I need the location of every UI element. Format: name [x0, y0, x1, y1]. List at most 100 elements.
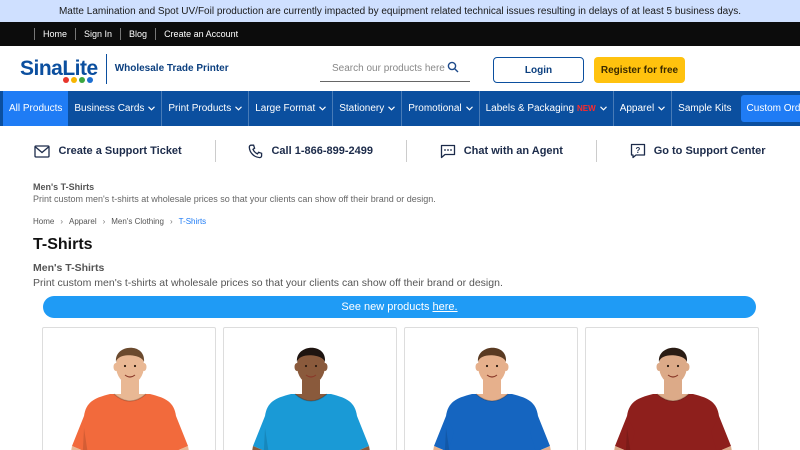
- tshirt-body: [82, 394, 178, 450]
- nav-label: Promotional: [408, 103, 462, 114]
- nav-label: Labels & Packaging: [485, 103, 575, 114]
- support-bar: Create a Support Ticket Call 1-866-899-2…: [0, 126, 800, 176]
- chevron-down-icon: [148, 106, 156, 111]
- nav-item-promotional[interactable]: Promotional: [402, 91, 480, 126]
- search-input[interactable]: [320, 63, 445, 74]
- support-ticket-link[interactable]: Create a Support Ticket: [34, 144, 182, 158]
- model-eye: [666, 364, 670, 368]
- breadcrumb: Home › Apparel › Men's Clothing › T-Shir…: [0, 217, 800, 226]
- announcement-bar: Matte Lamination and Spot UV/Foil produc…: [0, 0, 800, 22]
- banner-link[interactable]: here.: [432, 301, 457, 313]
- page-subtitle: Men's T-Shirts: [33, 262, 105, 274]
- nav-label: Apparel: [619, 103, 655, 114]
- nav-item-large-format[interactable]: Large Format: [249, 91, 334, 126]
- model-eye: [495, 364, 499, 368]
- nav-item-labels-packaging[interactable]: Labels & Packaging NEW: [480, 91, 614, 126]
- search-box: [320, 56, 470, 82]
- breadcrumb-apparel[interactable]: Apparel: [69, 217, 97, 226]
- chevron-down-icon: [658, 106, 666, 111]
- model-ear: [656, 363, 662, 371]
- logo-dot: [79, 77, 85, 83]
- model-ear: [294, 363, 300, 371]
- mail-icon: [34, 144, 51, 158]
- nav-item-print-products[interactable]: Print Products: [162, 91, 250, 126]
- tshirt-model-image: [252, 347, 370, 450]
- nav-item-business-cards[interactable]: Business Cards: [68, 91, 163, 126]
- nav-item-sample-kits[interactable]: Sample Kits: [672, 91, 737, 126]
- breadcrumb-home[interactable]: Home: [33, 217, 54, 226]
- model-eye: [485, 364, 489, 368]
- page-description: Print custom men's t-shirts at wholesale…: [33, 277, 503, 289]
- model-eye: [314, 364, 318, 368]
- new-badge: NEW: [577, 104, 596, 113]
- nav-label: Business Cards: [74, 103, 145, 114]
- chat-link[interactable]: Chat with an Agent: [440, 144, 563, 159]
- nav-label: Print Products: [168, 103, 232, 114]
- search-icon[interactable]: [445, 60, 459, 78]
- chevron-right-icon: ›: [60, 217, 64, 226]
- support-ticket-label: Create a Support Ticket: [58, 145, 182, 157]
- tshirt-body: [263, 394, 359, 450]
- call-link[interactable]: Call 1-866-899-2499: [248, 144, 373, 159]
- announcement-text: Matte Lamination and Spot UV/Foil produc…: [58, 5, 742, 17]
- product-grid: [0, 327, 800, 450]
- logo-divider: [105, 53, 107, 84]
- chevron-down-icon: [465, 106, 473, 111]
- logo[interactable]: SinaLite Wholesale Trade Printer: [20, 53, 229, 84]
- logo-dots: [63, 77, 93, 83]
- site-header: SinaLite Wholesale Trade Printer Login R…: [0, 46, 800, 91]
- model-ear: [503, 363, 509, 371]
- new-products-banner: See new products here.: [43, 296, 756, 318]
- chevron-right-icon: ›: [102, 217, 106, 226]
- breadcrumb-mens-clothing[interactable]: Men's Clothing: [111, 217, 164, 226]
- top-link-blog[interactable]: Blog: [120, 28, 155, 40]
- model-ear: [141, 363, 147, 371]
- divider: [214, 140, 216, 162]
- top-link-sign-in[interactable]: Sign In: [75, 28, 120, 40]
- product-card[interactable]: [223, 327, 397, 450]
- phone-icon: [249, 144, 263, 158]
- nav-label: Stationery: [339, 103, 385, 114]
- product-card[interactable]: [585, 327, 759, 450]
- top-links-bar: Home Sign In Blog Create an Account: [0, 22, 800, 46]
- product-card[interactable]: [404, 327, 578, 450]
- chevron-right-icon: ›: [169, 217, 173, 226]
- chat-label: Chat with an Agent: [463, 145, 563, 157]
- category-small-desc: Print custom men's t-shirts at wholesale…: [33, 194, 436, 204]
- logo-tagline: Wholesale Trade Printer: [114, 63, 229, 74]
- nav-item-apparel[interactable]: Apparel: [614, 91, 673, 126]
- logo-dot: [87, 77, 93, 83]
- support-center-link[interactable]: ? Go to Support Center: [630, 143, 766, 159]
- nav-item-stationery[interactable]: Stationery: [333, 91, 403, 126]
- model-ear: [113, 363, 119, 371]
- tshirt-body: [625, 394, 721, 450]
- page-title: T-Shirts: [33, 236, 93, 253]
- model-ear: [322, 363, 328, 371]
- logo-dot: [71, 77, 77, 83]
- register-button[interactable]: Register for free: [594, 57, 685, 83]
- breadcrumb-current: T-Shirts: [178, 217, 207, 226]
- nav-label: Large Format: [255, 103, 316, 114]
- top-link-create-account[interactable]: Create an Account: [155, 28, 246, 40]
- call-label: Call 1-866-899-2499: [271, 145, 373, 157]
- chat-icon: [440, 144, 455, 158]
- divider: [405, 140, 407, 162]
- chevron-down-icon: [235, 106, 243, 111]
- model-ear: [684, 363, 690, 371]
- model-eye: [676, 364, 680, 368]
- chevron-down-icon: [388, 106, 396, 111]
- chevron-down-icon: [319, 106, 327, 111]
- tshirt-model-image: [433, 347, 551, 450]
- nav-label: All Products: [9, 103, 63, 114]
- model-ear: [475, 363, 481, 371]
- login-button[interactable]: Login: [493, 57, 584, 83]
- nav-item-all-products[interactable]: All Products: [3, 91, 69, 126]
- divider: [595, 140, 597, 162]
- top-link-home[interactable]: Home: [34, 28, 75, 40]
- banner-text: See new products: [341, 301, 430, 313]
- nav-item-custom-order[interactable]: Custom Order: [740, 95, 800, 122]
- product-card[interactable]: [42, 327, 216, 450]
- model-eye: [133, 364, 137, 368]
- nav-label: Sample Kits: [678, 103, 732, 114]
- support-center-label: Go to Support Center: [653, 145, 766, 157]
